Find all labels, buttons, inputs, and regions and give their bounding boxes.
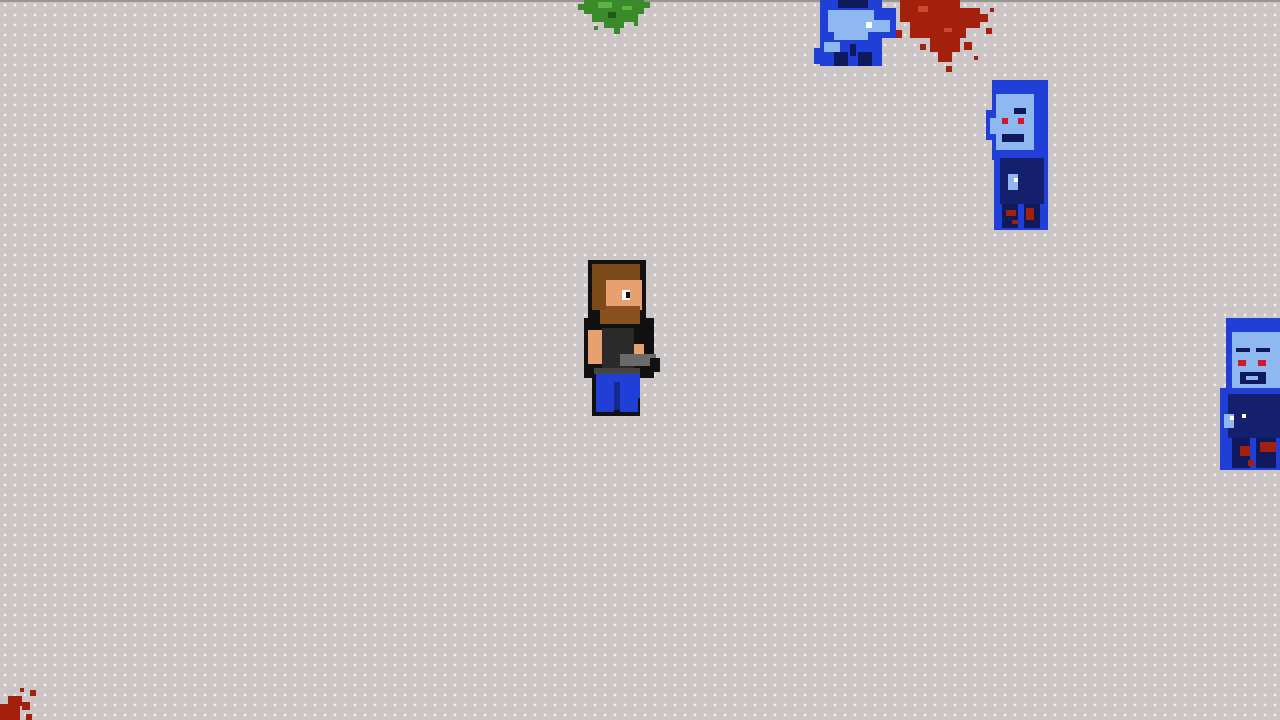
green-slime-icon: [578, 0, 654, 36]
game-viewport[interactable]: [0, 0, 1280, 720]
zombie-icon[interactable]: [984, 80, 1052, 232]
blood-splatter-icon: [890, 0, 1002, 80]
zombie-icon[interactable]: [814, 0, 898, 72]
blood-splatter-icon: [0, 686, 44, 720]
player-character[interactable]: [580, 258, 664, 418]
zombie-icon[interactable]: [1216, 318, 1280, 472]
